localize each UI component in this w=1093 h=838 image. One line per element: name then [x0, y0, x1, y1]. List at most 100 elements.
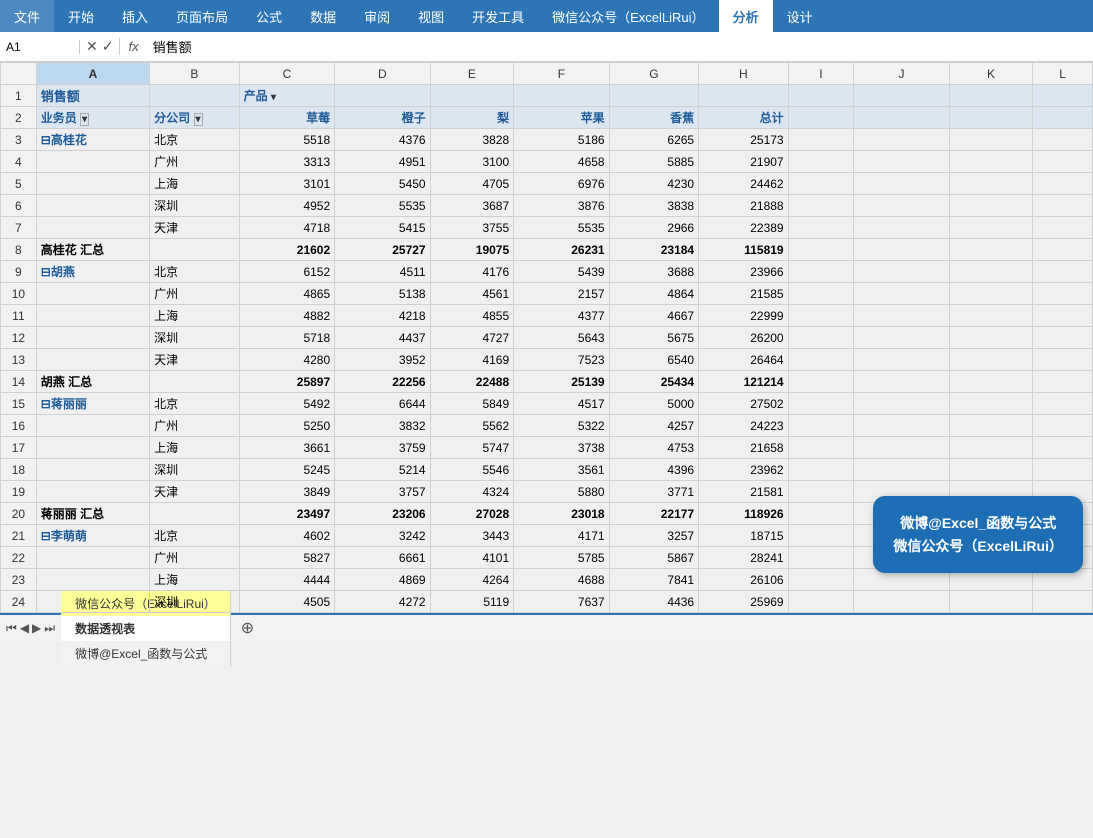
- cell-e6[interactable]: 3687: [430, 195, 514, 217]
- ribbon-tab-数据[interactable]: 数据: [296, 0, 350, 32]
- cell-g15[interactable]: 5000: [609, 393, 699, 415]
- cell-e9[interactable]: 4176: [430, 261, 514, 283]
- cell-a20[interactable]: 蒋丽丽 汇总: [36, 503, 149, 525]
- cell-g22[interactable]: 5867: [609, 547, 699, 569]
- cell-k7[interactable]: [949, 217, 1033, 239]
- cell-c1[interactable]: 产品 ▾: [239, 85, 334, 107]
- cell-e4[interactable]: 3100: [430, 151, 514, 173]
- cell-e19[interactable]: 4324: [430, 481, 514, 503]
- cell-c16[interactable]: 5250: [239, 415, 334, 437]
- cell-a15[interactable]: ⊟蒋丽丽: [36, 393, 149, 415]
- cell-k4[interactable]: [949, 151, 1033, 173]
- cell-l7[interactable]: [1033, 217, 1093, 239]
- ribbon-tab-文件[interactable]: 文件: [0, 0, 54, 32]
- cell-i10[interactable]: [788, 283, 854, 305]
- cell-f4[interactable]: 4658: [514, 151, 609, 173]
- cell-k8[interactable]: [949, 239, 1033, 261]
- cell-h11[interactable]: 22999: [699, 305, 789, 327]
- cell-j2[interactable]: [854, 107, 949, 129]
- cell-l4[interactable]: [1033, 151, 1093, 173]
- cell-g2[interactable]: 香蕉: [609, 107, 699, 129]
- cell-i14[interactable]: [788, 371, 854, 393]
- col-header-D[interactable]: D: [335, 63, 430, 85]
- cell-f17[interactable]: 3738: [514, 437, 609, 459]
- cell-f10[interactable]: 2157: [514, 283, 609, 305]
- cell-c15[interactable]: 5492: [239, 393, 334, 415]
- cell-l13[interactable]: [1033, 349, 1093, 371]
- cell-a22[interactable]: [36, 547, 149, 569]
- cell-l11[interactable]: [1033, 305, 1093, 327]
- cell-b18[interactable]: 深圳: [150, 459, 240, 481]
- table-row[interactable]: 24深圳4505427251197637443625969: [1, 591, 1093, 613]
- cell-h12[interactable]: 26200: [699, 327, 789, 349]
- cell-h10[interactable]: 21585: [699, 283, 789, 305]
- cell-i6[interactable]: [788, 195, 854, 217]
- ribbon-tab-公式[interactable]: 公式: [242, 0, 296, 32]
- cell-d16[interactable]: 3832: [335, 415, 430, 437]
- cell-l14[interactable]: [1033, 371, 1093, 393]
- cell-k11[interactable]: [949, 305, 1033, 327]
- cell-l16[interactable]: [1033, 415, 1093, 437]
- cell-c13[interactable]: 4280: [239, 349, 334, 371]
- cell-c7[interactable]: 4718: [239, 217, 334, 239]
- cell-b9[interactable]: 北京: [150, 261, 240, 283]
- table-row[interactable]: 11上海4882421848554377466722999: [1, 305, 1093, 327]
- cell-e18[interactable]: 5546: [430, 459, 514, 481]
- cell-c23[interactable]: 4444: [239, 569, 334, 591]
- table-row[interactable]: 12深圳5718443747275643567526200: [1, 327, 1093, 349]
- cell-a5[interactable]: [36, 173, 149, 195]
- cell-f18[interactable]: 3561: [514, 459, 609, 481]
- cell-f14[interactable]: 25139: [514, 371, 609, 393]
- cell-b4[interactable]: 广州: [150, 151, 240, 173]
- cell-j17[interactable]: [854, 437, 949, 459]
- cell-j4[interactable]: [854, 151, 949, 173]
- cell-a7[interactable]: [36, 217, 149, 239]
- cell-e23[interactable]: 4264: [430, 569, 514, 591]
- table-row[interactable]: 14胡燕 汇总2589722256224882513925434121214: [1, 371, 1093, 393]
- cell-h13[interactable]: 26464: [699, 349, 789, 371]
- cell-a23[interactable]: [36, 569, 149, 591]
- cell-g13[interactable]: 6540: [609, 349, 699, 371]
- table-row[interactable]: 15⊟蒋丽丽北京5492664458494517500027502: [1, 393, 1093, 415]
- cell-a21[interactable]: ⊟李萌萌: [36, 525, 149, 547]
- cell-b1[interactable]: [150, 85, 240, 107]
- tab-first-arrow[interactable]: ⏮: [6, 621, 17, 636]
- cell-f1[interactable]: [514, 85, 609, 107]
- cell-j9[interactable]: [854, 261, 949, 283]
- cell-a8[interactable]: 高桂花 汇总: [36, 239, 149, 261]
- cell-e3[interactable]: 3828: [430, 129, 514, 151]
- cell-g18[interactable]: 4396: [609, 459, 699, 481]
- cell-f13[interactable]: 7523: [514, 349, 609, 371]
- cell-i19[interactable]: [788, 481, 854, 503]
- table-row[interactable]: 17上海3661375957473738475321658: [1, 437, 1093, 459]
- cell-d23[interactable]: 4869: [335, 569, 430, 591]
- cell-i18[interactable]: [788, 459, 854, 481]
- col-header-B[interactable]: B: [150, 63, 240, 85]
- cell-i21[interactable]: [788, 525, 854, 547]
- cell-a2[interactable]: 业务员 ▾: [36, 107, 149, 129]
- cell-j10[interactable]: [854, 283, 949, 305]
- cell-a17[interactable]: [36, 437, 149, 459]
- cell-e11[interactable]: 4855: [430, 305, 514, 327]
- cell-e10[interactable]: 4561: [430, 283, 514, 305]
- cell-e16[interactable]: 5562: [430, 415, 514, 437]
- cell-g1[interactable]: [609, 85, 699, 107]
- table-row[interactable]: 3⊟高桂花北京5518437638285186626525173: [1, 129, 1093, 151]
- cell-c19[interactable]: 3849: [239, 481, 334, 503]
- cell-a1[interactable]: 销售额: [36, 85, 149, 107]
- cell-g8[interactable]: 23184: [609, 239, 699, 261]
- cell-b21[interactable]: 北京: [150, 525, 240, 547]
- cell-f22[interactable]: 5785: [514, 547, 609, 569]
- table-row[interactable]: 16广州5250383255625322425724223: [1, 415, 1093, 437]
- cell-e15[interactable]: 5849: [430, 393, 514, 415]
- cell-l2[interactable]: [1033, 107, 1093, 129]
- cell-a14[interactable]: 胡燕 汇总: [36, 371, 149, 393]
- cell-h21[interactable]: 18715: [699, 525, 789, 547]
- cell-c9[interactable]: 6152: [239, 261, 334, 283]
- cell-i1[interactable]: [788, 85, 854, 107]
- cell-g17[interactable]: 4753: [609, 437, 699, 459]
- cell-h22[interactable]: 28241: [699, 547, 789, 569]
- table-row[interactable]: 10广州4865513845612157486421585: [1, 283, 1093, 305]
- cell-f15[interactable]: 4517: [514, 393, 609, 415]
- cell-g16[interactable]: 4257: [609, 415, 699, 437]
